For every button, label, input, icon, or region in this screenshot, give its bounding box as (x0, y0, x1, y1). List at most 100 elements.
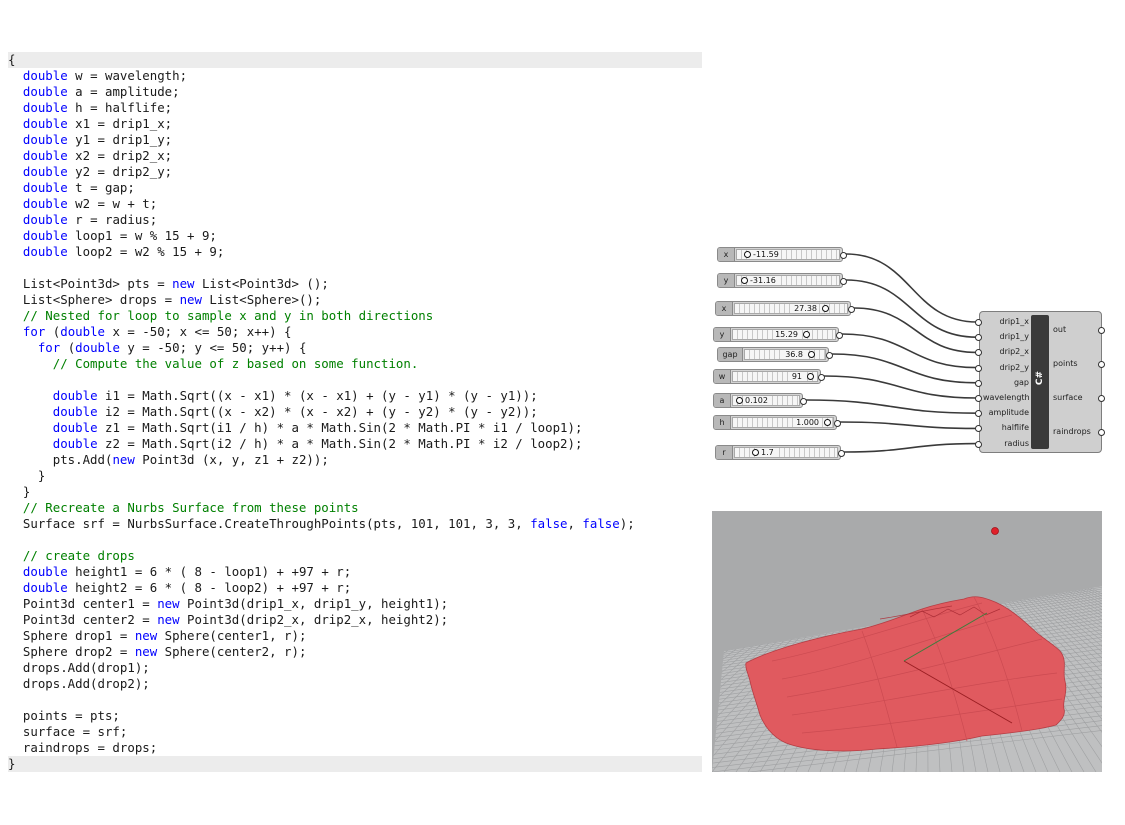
code-token: Point3d(drip1_x, drip1_y, height1); (179, 596, 449, 611)
slider-track[interactable]: 36.8 (744, 349, 826, 360)
code-keyword: double (22, 212, 68, 227)
slider-output-grip[interactable] (836, 332, 843, 339)
code-token: y = -50; y <= 50; y++) { (119, 340, 307, 355)
slider-output-grip[interactable] (826, 352, 833, 359)
input-grip[interactable] (975, 395, 982, 402)
code-line: drops.Add(drop2); (8, 676, 702, 692)
input-grip[interactable] (975, 364, 982, 372)
slider-knob[interactable] (744, 251, 751, 258)
slider-track[interactable]: 0.102 (732, 395, 800, 406)
code-token: loop1 = w % 15 + 9; (67, 228, 217, 243)
number-slider-a[interactable]: a 0.102 (713, 393, 807, 408)
code-keyword: double (52, 404, 98, 419)
code-line: double i1 = Math.Sqrt((x - x1) * (x - x1… (8, 388, 702, 404)
code-line: drops.Add(drop1); (8, 660, 702, 676)
number-slider-y2[interactable]: y 15.29 (713, 327, 843, 342)
component-input-drip2_x: drip2_x (999, 347, 1030, 357)
code-token: Point3d (x, y, z1 + z2)); (134, 452, 329, 467)
slider-track[interactable]: 1.000 (732, 417, 834, 428)
code-token: loop2 = w2 % 15 + 9; (67, 244, 225, 259)
slider-track[interactable]: 91 (732, 371, 818, 382)
slider-output-grip[interactable] (800, 398, 807, 405)
viewport-render (712, 527, 1102, 772)
code-token: } (8, 756, 16, 771)
slider-value: 15.29 (773, 330, 800, 339)
component-title: C# (1035, 370, 1045, 386)
slider-output-grip[interactable] (848, 306, 855, 313)
slider-output-grip[interactable] (840, 278, 847, 285)
csharp-script-component[interactable]: C# drip1_x drip1_y drip2_x drip2_y gap wavele… (975, 311, 1105, 453)
slider-knob[interactable] (808, 351, 815, 358)
code-keyword: double (52, 436, 98, 451)
slider-output-grip[interactable] (838, 450, 845, 457)
number-slider-r[interactable]: r 1.7 (715, 445, 845, 460)
code-token: x = -50; x <= 50; x++) { (105, 324, 292, 339)
output-grip[interactable] (1098, 361, 1105, 368)
slider-track[interactable]: 27.38 (734, 303, 848, 314)
input-grip[interactable] (975, 319, 982, 326)
slider-knob[interactable] (824, 419, 831, 426)
code-token: raindrops = drops; (8, 740, 158, 755)
code-line: double i2 = Math.Sqrt((x - x2) * (x - x2… (8, 404, 702, 420)
output-grip[interactable] (1098, 395, 1105, 402)
code-token: List<Sphere>(); (201, 292, 322, 307)
output-grip[interactable] (1098, 327, 1105, 334)
slider-knob[interactable] (822, 305, 829, 312)
slider-knob[interactable] (736, 397, 743, 404)
code-keyword: double (75, 340, 120, 355)
code-comment: // Recreate a Nurbs Surface from these p… (8, 500, 359, 515)
slider-track[interactable]: -11.59 (736, 249, 840, 260)
grasshopper-canvas[interactable]: x -11.59 y -31.16 x 27.38 y 15.29 gap 36.8 w 91 a 0.1… (705, 235, 1125, 475)
code-keyword: double (52, 420, 98, 435)
code-token: w = wavelength; (67, 68, 188, 83)
code-keyword: new (134, 628, 158, 643)
code-keyword: double (22, 228, 68, 243)
code-token: Sphere drop1 = (8, 628, 135, 643)
number-slider-w[interactable]: w 91 (713, 369, 825, 384)
code-token: height2 = 6 * ( 8 - loop2) + +97 + r; (67, 580, 352, 595)
input-grip[interactable] (975, 440, 982, 448)
code-keyword: double (22, 580, 68, 595)
code-keyword: double (52, 388, 98, 403)
number-slider-y1[interactable]: y -31.16 (717, 273, 847, 288)
code-line: points = pts; (8, 708, 702, 724)
code-keyword: double (22, 68, 68, 83)
slider-track[interactable]: -31.16 (736, 275, 840, 286)
code-keyword: double (22, 116, 68, 131)
rhino-viewport[interactable] (712, 511, 1102, 772)
code-editor[interactable]: { double w = wavelength; double a = ampl… (8, 52, 702, 772)
code-line: double t = gap; (8, 180, 702, 196)
code-line: List<Point3d> pts = new List<Point3d> ()… (8, 276, 702, 292)
slider-output-grip[interactable] (818, 374, 825, 381)
input-grip[interactable] (975, 379, 982, 387)
code-line: Sphere drop2 = new Sphere(center2, r); (8, 644, 702, 660)
code-line: double loop2 = w2 % 15 + 9; (8, 244, 702, 260)
code-token: List<Sphere> drops = (8, 292, 180, 307)
slider-knob[interactable] (752, 449, 759, 456)
slider-output-grip[interactable] (840, 252, 847, 259)
raindrop-sphere (991, 527, 999, 535)
output-grip[interactable] (1098, 429, 1105, 436)
slider-track[interactable]: 15.29 (732, 329, 836, 340)
slider-output-grip[interactable] (834, 420, 841, 427)
component-input-wavelength: wavelength (983, 393, 1030, 402)
number-slider-x1[interactable]: x -11.59 (717, 247, 847, 262)
component-output-surface: surface (1053, 393, 1083, 402)
code-comment: // create drops (8, 548, 135, 563)
slider-knob[interactable] (741, 277, 748, 284)
code-token: y1 = drip1_y; (67, 132, 173, 147)
code-token: t = gap; (67, 180, 135, 195)
number-slider-x2[interactable]: x 27.38 (715, 301, 855, 316)
slider-value: 1.000 (794, 418, 821, 427)
code-line: pts.Add(new Point3d (x, y, z1 + z2)); (8, 452, 702, 468)
number-slider-gap[interactable]: gap 36.8 (717, 347, 833, 362)
code-keyword: new (172, 276, 195, 291)
component-input-drip1_y: drip1_y (999, 332, 1030, 342)
slider-knob[interactable] (803, 331, 810, 338)
slider-track[interactable]: 1.7 (734, 447, 838, 458)
slider-knob[interactable] (807, 373, 814, 380)
slider-label: x (718, 248, 735, 261)
number-slider-h[interactable]: h 1.000 (713, 415, 841, 430)
